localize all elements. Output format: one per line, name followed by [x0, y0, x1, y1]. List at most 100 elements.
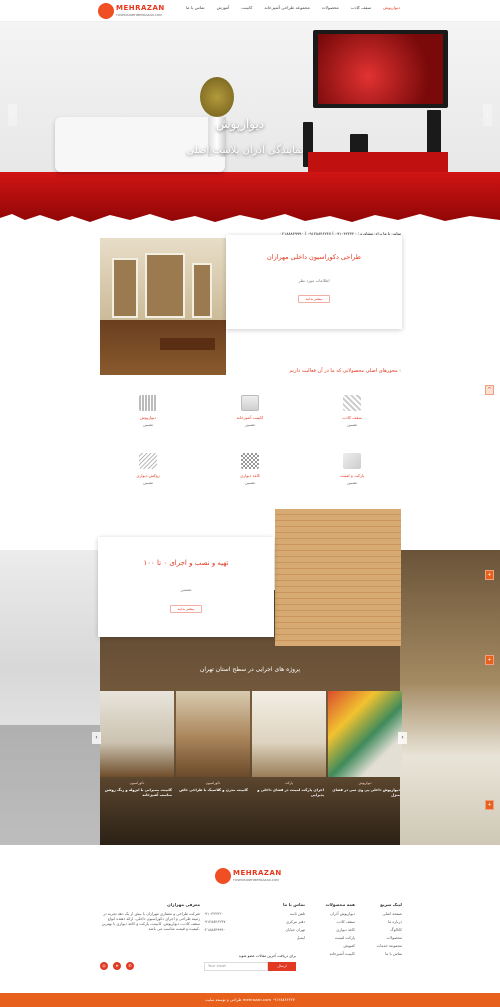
torn-edge	[0, 214, 500, 222]
telegram-icon[interactable]: ➤	[113, 962, 121, 970]
service-name: کابینت آشپزخانه	[236, 415, 264, 420]
cabinet-icon	[241, 395, 259, 411]
footer-phones: ۰۹۱۰۴۲۲۴۲۰ ۰۹۱۲۸۸۴۶۲۴۷ ۰۲۱۸۸۸۴۹۹۹۰	[203, 902, 245, 935]
project-image[interactable]	[176, 691, 250, 777]
service-name: روکش دیواری	[136, 473, 160, 478]
footer-link[interactable]: کابینت آشپزخانه	[310, 951, 355, 956]
footer-about: معرفی مهرازان شرکت طراحی و معماری مهرازا…	[100, 902, 200, 934]
footer-phone[interactable]: ۰۹۱۰۴۲۲۴۲۰	[203, 911, 245, 916]
footer-logo[interactable]: MEHRAZAN TOSEKHANEHMEHRAZAN.COM	[215, 868, 285, 884]
projects-title: پروژه های اجرایی در سطح استان تهران	[199, 666, 301, 673]
footer-products: همه محصولات دیوارپوش آذران سقف کاذب کاغذ…	[310, 902, 355, 959]
nav-item-products[interactable]: محصولات	[322, 5, 339, 10]
footer-about-text: شرکت طراحی و معماری مهرازان با بیش از یک…	[101, 911, 200, 931]
footer-phone[interactable]: ۰۹۱۲۸۸۴۶۲۴۷	[203, 919, 245, 924]
project-image[interactable]	[252, 691, 326, 777]
nav-item-cabinet[interactable]: کابینت	[241, 5, 252, 10]
footer-link[interactable]: کفپوش	[310, 943, 355, 948]
newsletter-submit-button[interactable]: ارسال	[268, 962, 296, 971]
nav-item-contact[interactable]: تماس با ما	[186, 5, 205, 10]
project-text[interactable]: دیوارپوش داخلی پی وی سی در فضای منزل	[330, 788, 400, 798]
hero-subtitle: نمایندگی آذران پلاست اصلی	[186, 145, 304, 156]
band-overlay	[0, 725, 100, 845]
service-desc: تضمین	[245, 423, 255, 427]
footer-link[interactable]: مجموعه خدمات	[360, 943, 402, 948]
project-image[interactable]	[328, 691, 402, 777]
site-header: MEHRAZAN TOSEKHANEHMEHRAZAN.COM دیوارپوش…	[0, 0, 500, 22]
parquet-icon	[343, 453, 361, 469]
logo-subtext: TOSEKHANEHMEHRAZAN.COM	[233, 878, 279, 882]
service-item[interactable]: پارکت و لمینت تضمین	[322, 453, 382, 498]
site-logo[interactable]: MEHRAZAN TOSEKHANEHMEHRAZAN.COM	[98, 3, 164, 19]
service-desc: تضمین	[245, 481, 255, 485]
footer-link[interactable]: تماس با ما	[360, 951, 402, 956]
footer-link[interactable]: سقف کاذب	[310, 919, 355, 924]
about-room-image	[100, 238, 226, 375]
nav-item-ceiling[interactable]: سقف کاذب	[351, 5, 371, 10]
table	[160, 338, 215, 350]
service-item[interactable]: کابینت آشپزخانه تضمین	[220, 395, 280, 440]
about-title: طراحی دکوراسیون داخلی مهرازان	[267, 253, 361, 261]
footer-link[interactable]: کاتالوگ	[360, 927, 402, 932]
side-button[interactable]: +	[485, 800, 494, 810]
hero-speaker	[350, 134, 368, 154]
footer-link[interactable]: محصولات	[360, 935, 402, 940]
service-desc: تضمین	[347, 423, 357, 427]
footer-phone[interactable]: ۰۲۱۸۸۸۴۹۹۹۰	[203, 927, 245, 932]
scroll-top-button[interactable]: ^	[485, 385, 494, 395]
projects-prev-button[interactable]: ‹	[92, 732, 101, 744]
about-subtitle: اطلاعات مورد نظر	[298, 278, 330, 283]
service-name: کاغذ دیواری	[240, 473, 260, 478]
hero-tv-screen	[318, 34, 443, 104]
project-image[interactable]	[100, 691, 174, 777]
footer-contact-item: تهران خیابان	[285, 927, 305, 932]
window	[112, 258, 138, 318]
side-button[interactable]: +	[485, 655, 494, 665]
project-tag: دکوراسیون	[129, 781, 145, 785]
project-text[interactable]: کابینت مدرن و کلاسیک با طراحی خاص	[178, 788, 248, 793]
hero-tv-stand	[308, 152, 448, 172]
project-text[interactable]: کابینت ممبرانی با ایزوله و رنگ روشن مناس…	[102, 788, 172, 798]
footer-link[interactable]: دیوارپوش آذران	[310, 911, 355, 916]
service-item[interactable]: دیوارپوش تضمین	[118, 395, 178, 440]
footer-link[interactable]: پارکت لمینت	[310, 935, 355, 940]
sauna-image	[275, 509, 401, 646]
about-card: طراحی دکوراسیون داخلی مهرازان اطلاعات مو…	[226, 235, 402, 329]
projects-next-button[interactable]: ›	[398, 732, 407, 744]
footer-contact: تماس با ما تلفن ثابت دفتر مرکزی تهران خی…	[250, 902, 305, 943]
slider-prev-button[interactable]: ‹	[8, 104, 17, 126]
service-item[interactable]: سقف کاذب تضمین	[322, 395, 382, 440]
instagram-icon[interactable]: ◎	[100, 962, 108, 970]
project-text[interactable]: اجرای پارکت لمینت در فضای داخلی و پذیرای…	[254, 788, 324, 798]
whatsapp-icon[interactable]: ✆	[126, 962, 134, 970]
newsletter-email-input[interactable]: Your email	[204, 962, 268, 971]
service-item[interactable]: کاغذ دیواری تضمین	[220, 453, 280, 498]
nav-item-kitchen[interactable]: مجموعه طراحی آشپزخانه	[264, 5, 309, 10]
sauna-more-button[interactable]: بیشتر بدانید	[170, 605, 202, 613]
service-name: پارکت و لمینت	[339, 473, 365, 478]
logo-subtext: TOSEKHANEHMEHRAZAN.COM	[116, 13, 162, 17]
service-item[interactable]: روکش دیواری تضمین	[118, 453, 178, 498]
sauna-subtitle: تضمین	[180, 587, 192, 592]
footer-link[interactable]: درباره ما	[360, 919, 402, 924]
project-tag: دیوارپوش	[358, 781, 372, 785]
service-desc: تضمین	[143, 481, 153, 485]
nav-item-wallcover[interactable]: دیوارپوش	[383, 5, 400, 10]
footer-col-heading: معرفی مهرازان	[167, 902, 200, 907]
main-nav: دیوارپوش سقف کاذب محصولات مجموعه طراحی آ…	[186, 5, 400, 10]
project-tag: دکوراسیون	[205, 781, 221, 785]
logo-text: MEHRAZAN	[233, 869, 282, 877]
footer-contact-item: ایمیل	[296, 935, 305, 940]
project-caption: دیوارپوش دیوارپوش داخلی پی وی سی در فضای…	[328, 780, 402, 840]
nav-item-training[interactable]: آموزش	[217, 5, 230, 10]
service-desc: تضمین	[347, 481, 357, 485]
newsletter-label: برای دریافت آخرین مقالات عضو شوید	[238, 954, 296, 958]
slider-next-button[interactable]: ›	[483, 104, 492, 126]
hero-plant	[200, 77, 234, 117]
logo-mark-icon	[98, 3, 114, 19]
about-more-button[interactable]: بیشتر بدانید	[298, 295, 330, 303]
side-button[interactable]: +	[485, 570, 494, 580]
footer-link[interactable]: صفحه اصلی	[360, 911, 402, 916]
footer-link[interactable]: کاغذ دیواری	[310, 927, 355, 932]
project-tag: پارکت	[284, 781, 294, 785]
